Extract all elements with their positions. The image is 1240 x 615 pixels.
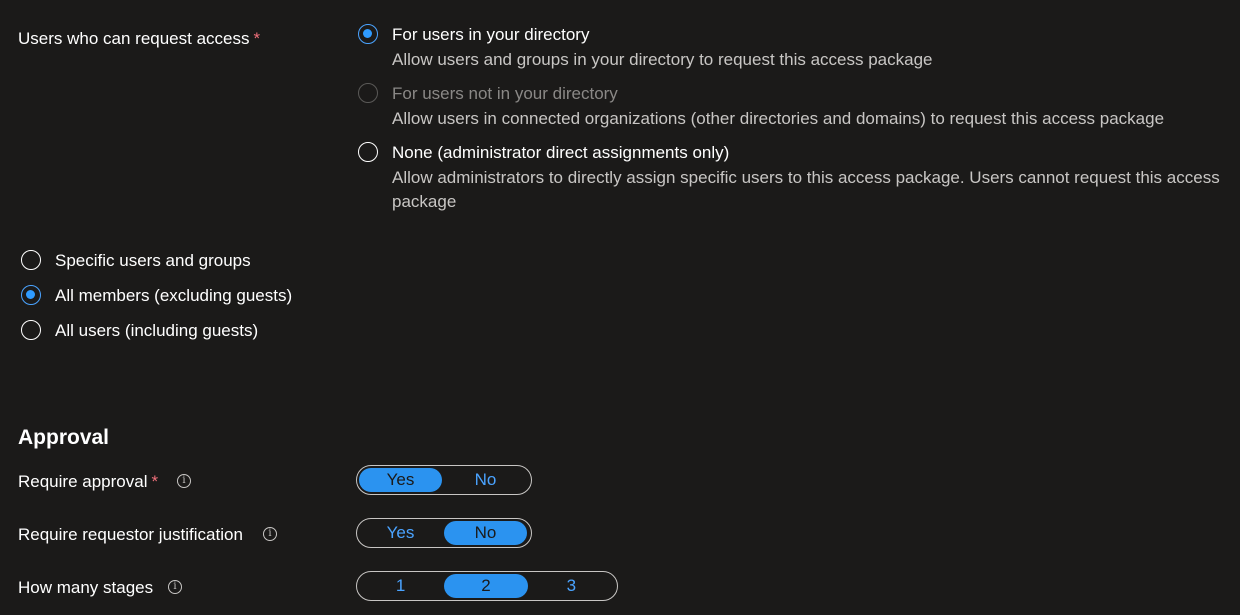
option-users-in-directory-title[interactable]: For users in your directory <box>392 25 589 45</box>
option-all-members[interactable]: All members (excluding guests) <box>55 286 292 306</box>
request-access-label-text: Users who can request access <box>18 29 250 48</box>
require-justification-label: Require requestor justification <box>18 525 243 544</box>
radio-all-members[interactable] <box>21 285 41 305</box>
option-users-not-in-directory-desc: Allow users in connected organizations (… <box>392 109 1165 128</box>
radio-specific-users-groups[interactable] <box>21 250 41 270</box>
require-approval-text: Require approval <box>18 472 148 491</box>
option-all-users[interactable]: All users (including guests) <box>55 321 258 341</box>
required-mark: * <box>253 29 261 48</box>
require-approval-yes[interactable]: Yes <box>359 468 442 492</box>
option-none-admin-only-title[interactable]: None (administrator direct assignments o… <box>392 143 729 163</box>
option-users-not-in-directory-title: For users not in your directory <box>392 84 618 103</box>
require-justification-toggle[interactable]: Yes No <box>356 518 532 548</box>
require-justification-no[interactable]: No <box>444 521 527 545</box>
request-access-label: Users who can request access * <box>18 29 260 49</box>
stage-option-2[interactable]: 2 <box>444 574 528 598</box>
required-mark: * <box>151 472 159 491</box>
radio-users-not-in-directory <box>358 83 378 103</box>
radio-all-users[interactable] <box>21 320 41 340</box>
option-users-in-directory-desc: Allow users and groups in your directory… <box>392 50 933 69</box>
radio-none-admin-only[interactable] <box>358 142 378 162</box>
require-approval-no[interactable]: No <box>444 468 527 492</box>
stages-label: How many stages <box>18 578 154 597</box>
option-specific-users-groups[interactable]: Specific users and groups <box>55 251 251 271</box>
info-icon[interactable]: i <box>168 580 182 594</box>
info-icon[interactable]: i <box>177 474 191 488</box>
require-approval-toggle[interactable]: Yes No <box>356 465 532 495</box>
approval-heading: Approval <box>18 426 110 449</box>
radio-users-in-directory[interactable] <box>358 24 378 44</box>
info-icon[interactable]: i <box>263 527 277 541</box>
require-approval-label: Require approval * <box>18 472 158 492</box>
option-none-admin-only-desc: Allow administrators to directly assign … <box>392 168 1220 211</box>
require-justification-yes[interactable]: Yes <box>359 521 442 545</box>
stages-toggle[interactable]: 1 2 3 <box>356 571 618 601</box>
stage-option-1[interactable]: 1 <box>359 574 442 598</box>
stage-option-3[interactable]: 3 <box>530 574 613 598</box>
